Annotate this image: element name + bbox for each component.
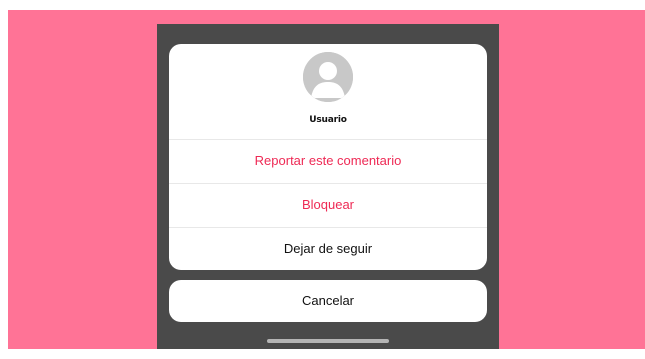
report-comment-button[interactable]: Reportar este comentario bbox=[169, 140, 487, 182]
block-button[interactable]: Bloquear bbox=[169, 184, 487, 226]
cancel-button[interactable]: Cancelar bbox=[169, 280, 487, 322]
avatar bbox=[303, 52, 353, 102]
home-indicator bbox=[267, 339, 389, 343]
username-label: Usuario bbox=[309, 115, 347, 125]
phone-screen: Usuario Reportar este comentario Bloquea… bbox=[157, 24, 499, 349]
action-sheet: Usuario Reportar este comentario Bloquea… bbox=[169, 44, 487, 270]
person-silhouette-icon bbox=[303, 52, 353, 102]
action-sheet-header: Usuario bbox=[169, 44, 487, 139]
unfollow-button[interactable]: Dejar de seguir bbox=[169, 228, 487, 270]
